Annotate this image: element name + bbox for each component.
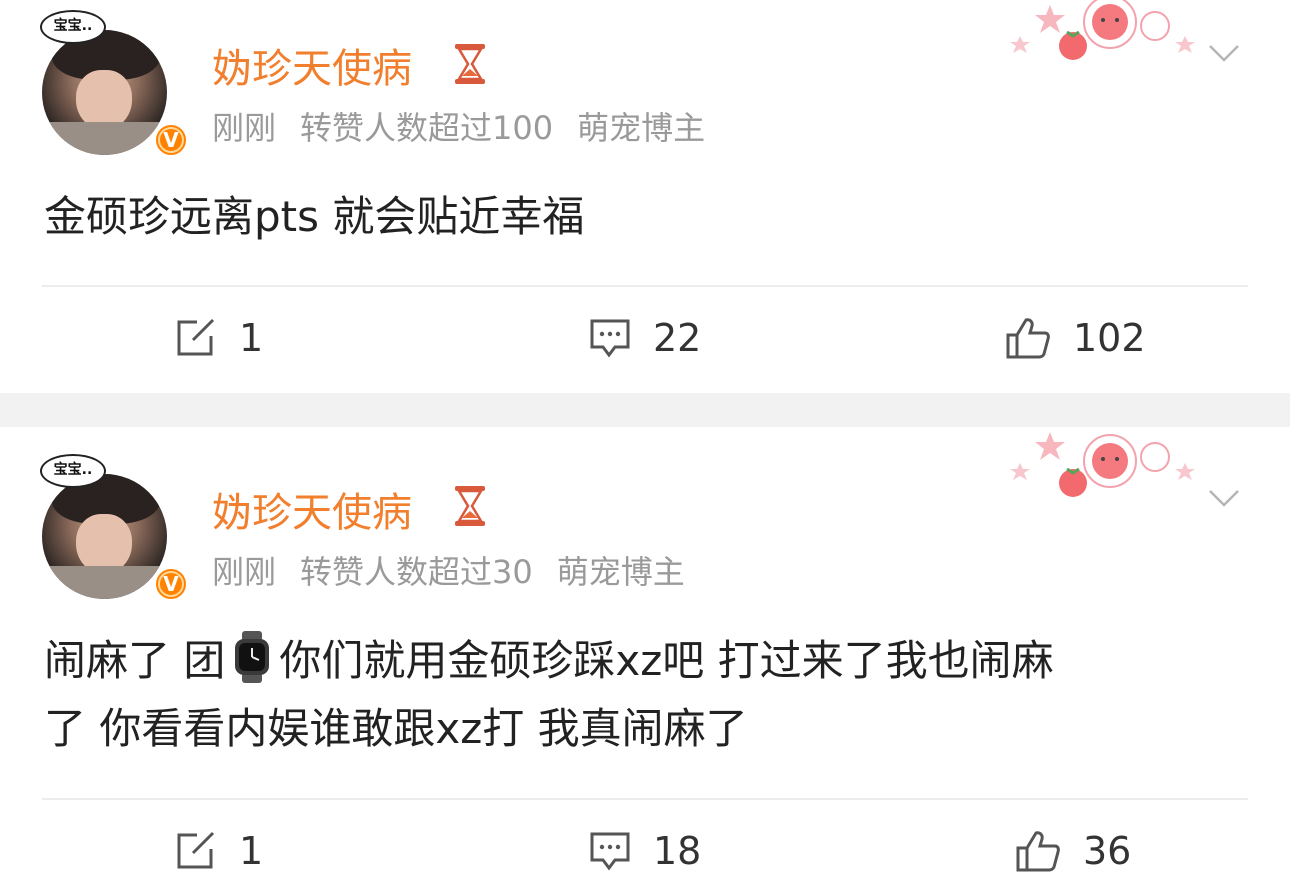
share-button[interactable]: 1	[175, 829, 263, 873]
avatar[interactable]	[42, 30, 167, 155]
avatar-jacket	[42, 566, 167, 599]
post-content-line-1: 闹麻了 团 你们就用金硕珍踩xz吧 打过来了我也闹麻	[44, 627, 1244, 695]
post-separator	[0, 393, 1290, 427]
share-count: 1	[239, 829, 264, 873]
post-meta: 刚刚 转赞人数超过30 萌宠博主	[212, 547, 709, 593]
hourglass-icon	[455, 486, 485, 526]
like-count: 36	[1083, 829, 1132, 873]
hourglass-icon	[455, 44, 485, 84]
thumbs-up-icon	[1006, 318, 1050, 359]
thumbs-up-icon	[1016, 831, 1060, 872]
comment-count: 18	[653, 829, 702, 873]
like-count: 102	[1073, 316, 1146, 360]
divider	[42, 285, 1248, 287]
avatar-jacket	[42, 122, 167, 155]
username[interactable]: 妫珍天使病	[212, 480, 412, 538]
avatar-face	[76, 70, 132, 130]
share-button[interactable]: 1	[175, 316, 263, 360]
verified-icon: V	[153, 122, 189, 158]
post-content: 金硕珍远离pts 就会贴近幸福	[44, 192, 585, 241]
share-edit-icon	[177, 831, 215, 869]
post-time: 刚刚	[212, 109, 277, 147]
weibo-post-1: 宝宝.. V 妫珍天使病 刚刚 转赞人数超过100 萌宠博主 金硕珍远离pts 就会…	[0, 0, 1290, 393]
comment-icon	[590, 319, 630, 358]
comment-count: 22	[653, 316, 702, 360]
user-tag: 萌宠博主	[556, 553, 685, 591]
share-count: 1	[239, 316, 264, 360]
watch-emoji-icon	[235, 631, 270, 683]
avatar-group[interactable]: 宝宝.. V	[40, 454, 189, 602]
share-edit-icon	[177, 318, 215, 356]
comment-button[interactable]: 18	[589, 829, 701, 873]
decoration-sticker	[1010, 432, 1195, 497]
decoration-sticker	[1010, 0, 1195, 60]
avatar-speech-bubble: 宝宝..	[40, 10, 106, 44]
chevron-down-icon[interactable]	[1208, 44, 1240, 64]
avatar-speech-bubble: 宝宝..	[40, 454, 106, 488]
like-button[interactable]: 102	[1005, 316, 1146, 360]
username[interactable]: 妫珍天使病	[212, 36, 412, 94]
chevron-down-icon[interactable]	[1208, 489, 1240, 509]
post-meta: 刚刚 转赞人数超过100 萌宠博主	[212, 103, 729, 149]
avatar-face	[76, 514, 132, 574]
divider	[42, 798, 1248, 800]
repost-info: 转赞人数超过30	[300, 553, 533, 591]
repost-info: 转赞人数超过100	[300, 109, 554, 147]
verified-icon: V	[153, 566, 189, 602]
user-tag: 萌宠博主	[577, 109, 706, 147]
comment-icon	[590, 832, 630, 871]
post-content: 闹麻了 团 你们就用金硕珍踩xz吧 打过来了我也闹麻 了 你看看内娱谁敢跟xz打…	[44, 627, 1244, 763]
post-content-text: 你们就用金硕珍踩xz吧 打过来了我也闹麻	[279, 636, 1054, 685]
avatar[interactable]	[42, 474, 167, 599]
post-content-line-2: 了 你看看内娱谁敢跟xz打 我真闹麻了	[44, 704, 748, 753]
comment-button[interactable]: 22	[589, 316, 701, 360]
avatar-group[interactable]: 宝宝.. V	[40, 10, 189, 158]
post-time: 刚刚	[212, 553, 277, 591]
weibo-post-2: 宝宝.. V 妫珍天使病 刚刚 转赞人数超过30 萌宠博主 闹麻了 团 你们就用…	[0, 427, 1290, 895]
like-button[interactable]: 36	[1015, 829, 1131, 873]
post-content-text: 闹麻了 团	[44, 636, 226, 685]
